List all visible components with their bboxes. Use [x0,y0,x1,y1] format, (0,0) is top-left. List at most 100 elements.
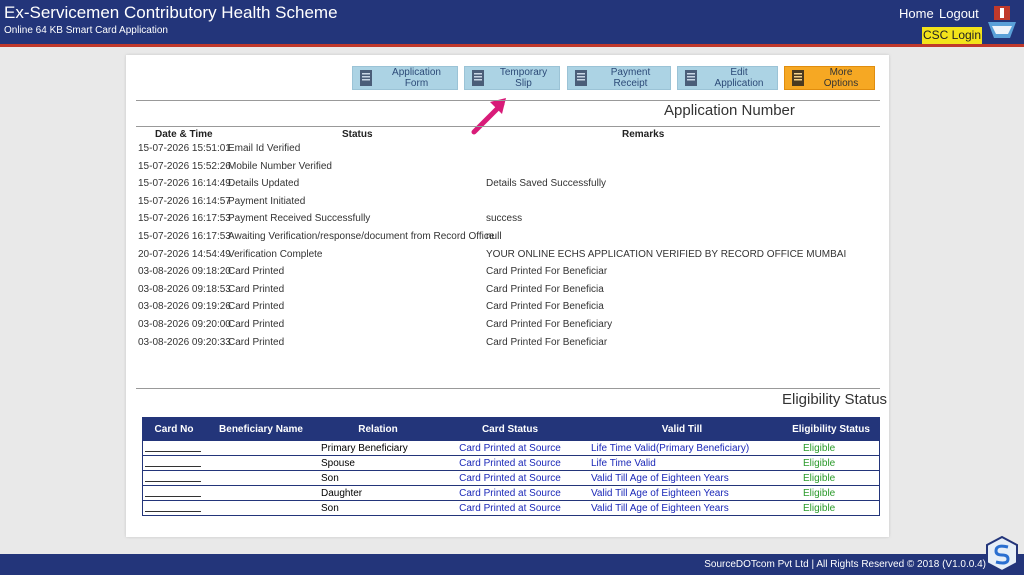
status-text: Verification Complete [228,248,323,260]
status-remarks: success [486,213,523,225]
eligibility-status-title: Eligibility Status [782,391,888,408]
status-datetime: 03-08-2026 09:20:33 [138,336,231,348]
status-remarks: Card Printed For Beneficiar [486,336,608,348]
eligibility-row: Son Card Printed at Source Valid Till Age … [142,470,880,486]
eligibility-row: Primary Beneficiary Card Printed at Sourc… [142,440,880,456]
status-text: Card Printed [228,266,285,278]
status-text: Card Printed [228,283,285,295]
beneficiary-name-cell [205,440,317,456]
document-icon [360,70,372,86]
valid-till-cell: Life Time Valid(Primary Beneficiary) [581,440,783,456]
relation-cell: Son [317,500,439,516]
eligibility-body: Primary Beneficiary Card Printed at Sourc… [142,440,880,516]
redacted-card-no [145,457,201,467]
redacted-card-no [145,472,201,482]
status-text: Card Printed [228,319,285,330]
more-options-button[interactable]: More Options [784,66,875,90]
csc-login-button[interactable]: CSC Login [922,27,982,44]
relation-cell: Spouse [317,455,439,471]
status-remarks: null [486,231,502,242]
application-form-label: Application Form [392,67,441,89]
valid-till-cell: Valid Till Age of Eighteen Years [581,485,783,501]
status-remarks: Card Printed For Beneficia [486,301,604,313]
card-no-cell [142,455,205,471]
col-status-header: Status [342,129,373,140]
valid-till-cell: Life Time Valid [581,455,783,471]
relation-header: Relation [317,417,439,441]
status-datetime: 15-07-2026 15:51:01 [138,143,231,154]
status-datetime: 15-07-2026 16:14:57 [138,195,231,207]
header-bar: Ex-Servicemen Contributory Health Scheme… [0,0,1024,47]
status-datetime: 03-08-2026 09:18:20 [138,266,231,278]
status-datetime: 15-07-2026 16:17:53 [138,231,231,242]
redacted-card-no [145,502,201,512]
payment-receipt-button[interactable]: Payment Receipt [567,66,671,90]
divider [136,126,880,127]
status-remarks: YOUR ONLINE ECHS APPLICATION VERIFIED BY… [486,248,847,260]
home-link[interactable]: Home [899,6,934,21]
valid-till-cell: Valid Till Age of Eighteen Years [581,470,783,486]
card-status-cell: Card Printed at Source [439,485,581,501]
card-status-header: Card Status [439,417,581,441]
valid-till-cell: Valid Till Age of Eighteen Years [581,500,783,516]
eligibility-header-row: Card No Beneficiary Name Relation Card S… [142,417,880,441]
document-icon [792,70,804,86]
status-text: Mobile Number Verified [228,160,332,172]
eligibility-status-cell: Eligible [783,440,880,456]
status-remarks: Card Printed For Beneficiary [486,319,613,330]
eligibility-status-cell: Eligible [783,485,880,501]
app-title: Ex-Servicemen Contributory Health Scheme [4,3,338,22]
status-datetime: 03-08-2026 09:18:53 [138,283,231,295]
more-options-label: More Options [823,67,859,89]
payment-receipt-label: Payment Receipt [610,67,651,89]
main-panel: Application Form Temporary Slip Payment … [126,55,889,537]
beneficiary-name-cell [205,485,317,501]
beneficiary-name-cell [205,455,317,471]
relation-cell: Primary Beneficiary [317,440,439,456]
col-remarks-header: Remarks [622,129,665,140]
eligibility-row: Spouse Card Printed at Source Life Time Va… [142,455,880,471]
pointer-arrow-icon [471,98,506,135]
valid-till-header: Valid Till [581,417,783,441]
eligibility-status-header: Eligibility Status [783,417,880,441]
card-no-cell [142,485,205,501]
divider [136,388,880,389]
divider [136,100,880,101]
beneficiary-name-cell [205,470,317,486]
application-number-label: Application Number [664,102,795,119]
footer-copyright: SourceDOTcom Pvt Ltd | All Rights Reserv… [704,559,986,570]
status-text: Details Updated [228,178,300,190]
eligibility-row: Son Card Printed at Source Valid Till Age … [142,500,880,516]
document-icon [472,70,484,86]
card-no-cell [142,440,205,456]
status-datetime: 15-07-2026 16:14:49 [138,178,231,190]
status-datetime: 20-07-2026 14:54:49 [138,248,231,260]
status-datetime: 15-07-2026 15:52:26 [138,160,231,172]
sourcedotcom-logo-icon [986,536,1018,572]
echs-emblem-icon [988,6,1016,38]
beneficiary-name-cell [205,500,317,516]
temporary-slip-label: Temporary Slip [499,67,548,89]
card-status-cell: Card Printed at Source [439,470,581,486]
eligibility-status-cell: Eligible [783,500,880,516]
card-no-header: Card No [142,417,205,441]
status-datetime: 03-08-2026 09:19:26 [138,301,231,313]
status-datetime: 03-08-2026 09:20:00 [138,319,231,330]
relation-cell: Son [317,470,439,486]
card-no-cell [142,470,205,486]
beneficiary-name-header: Beneficiary Name [205,417,317,441]
status-text: Card Printed [228,336,285,348]
edit-application-button[interactable]: Edit Application [677,66,778,90]
redacted-card-no [145,487,201,497]
edit-application-label: Edit Application [714,67,764,89]
status-remarks: Card Printed For Beneficiar [486,266,608,278]
logout-link[interactable]: Logout [939,6,979,21]
status-text: Card Printed [228,301,285,313]
application-form-button[interactable]: Application Form [352,66,458,90]
document-icon [685,70,697,86]
temporary-slip-button[interactable]: Temporary Slip [464,66,560,90]
footer-bar: SourceDOTcom Pvt Ltd | All Rights Reserv… [0,554,1024,575]
status-datetime: 15-07-2026 16:17:53 [138,213,231,225]
relation-cell: Daughter [317,485,439,501]
eligibility-table: Card No Beneficiary Name Relation Card S… [142,417,880,516]
